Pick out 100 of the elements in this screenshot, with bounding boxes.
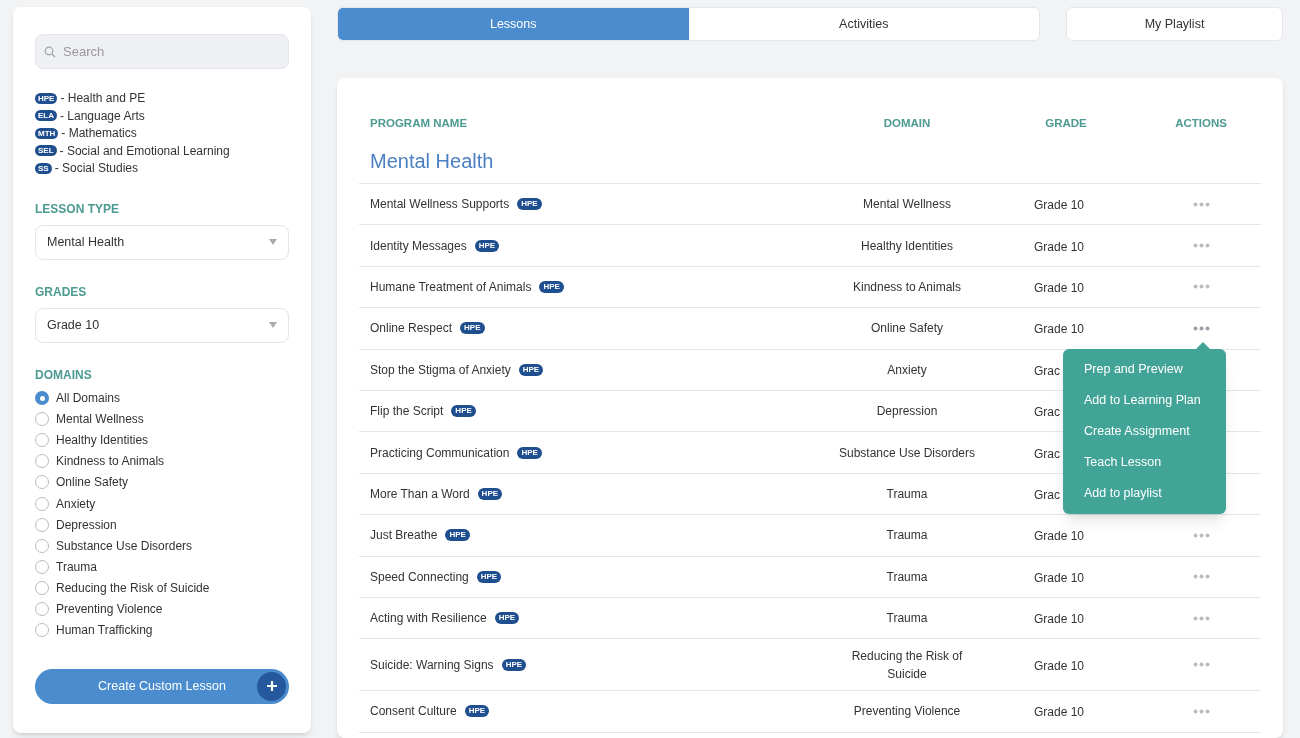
lesson-name: Identity Messages xyxy=(370,237,467,255)
dropdown-field[interactable]: Grade 10 xyxy=(35,307,289,343)
lesson-name: Online Respect xyxy=(370,320,453,338)
dropdown-field[interactable]: Mental Health xyxy=(35,224,289,260)
lesson-name: Mental Wellness Supports xyxy=(370,196,510,214)
lesson-name: Humane Treatment of Animals xyxy=(370,278,532,296)
more-icon[interactable] xyxy=(1192,325,1210,331)
table-cell: Grade 10 xyxy=(1034,612,1085,627)
table-cell-text: Healthy Identities xyxy=(859,237,955,255)
section-label: DOMAINS xyxy=(35,366,92,384)
radio-option[interactable]: Anxiety xyxy=(35,492,289,515)
legend-label: - Social Studies xyxy=(54,160,139,178)
radio-button[interactable] xyxy=(35,391,49,406)
table-cell: Grac xyxy=(1034,446,1060,461)
radio-button[interactable] xyxy=(35,454,49,469)
table-cell: Grade 10 xyxy=(1034,570,1085,585)
subject-tag: SS xyxy=(35,162,52,174)
table-cell-text: Online Safety xyxy=(869,320,944,338)
tab[interactable]: Lessons xyxy=(338,8,689,40)
lesson-name: Speed Connecting xyxy=(370,568,469,586)
table-cell-text: Substance Use Disorders xyxy=(837,444,977,462)
caret-icon xyxy=(269,322,277,328)
table-cell-text: Kindness to Animals xyxy=(851,278,963,296)
table-cell: Grade 10 xyxy=(1034,198,1085,213)
radio-button[interactable] xyxy=(35,623,49,638)
group-heading: Mental Health xyxy=(370,150,494,172)
more-icon[interactable] xyxy=(1192,201,1210,207)
radio-button[interactable] xyxy=(35,433,49,448)
plus-icon xyxy=(257,671,286,701)
column-header: DOMAIN xyxy=(883,117,931,129)
create-lesson-button[interactable]: Create Custom Lesson xyxy=(35,668,289,704)
lesson-name: Consent Culture xyxy=(370,703,457,721)
radio-button[interactable] xyxy=(35,580,49,595)
more-icon[interactable] xyxy=(1192,709,1210,714)
table-cell-text: Reducing the Risk of Suicide xyxy=(850,647,964,683)
radio-option[interactable]: Kindness to Animals xyxy=(35,450,289,472)
radio-option[interactable]: Human Trafficking xyxy=(35,619,289,641)
radio-button[interactable] xyxy=(35,412,49,427)
more-icon[interactable] xyxy=(1192,574,1210,580)
lesson-name: Stop the Stigma of Anxiety xyxy=(370,361,511,379)
table-cell: Grade 10 xyxy=(1034,658,1085,673)
table-cell-text: Trauma xyxy=(885,485,929,503)
legend-label: - Mathematics xyxy=(61,125,137,143)
radio-button[interactable] xyxy=(35,496,49,511)
subject-tag: HPE xyxy=(464,705,490,718)
search-field[interactable]: Search xyxy=(35,34,289,69)
radio-button[interactable] xyxy=(35,538,49,553)
subject-tag: SEL xyxy=(35,145,57,157)
subject-tag: HPE xyxy=(517,198,542,211)
subject-tag: HPE xyxy=(460,322,485,335)
more-icon[interactable] xyxy=(1192,532,1210,538)
table-cell: Grac xyxy=(1034,405,1060,420)
subject-tag: HPE xyxy=(35,92,58,104)
subject-tag: HPE xyxy=(451,405,476,418)
radio-button[interactable] xyxy=(35,475,49,490)
radio-button[interactable] xyxy=(35,559,49,574)
subject-tag: HPE xyxy=(494,612,520,625)
subject-tag: HPE xyxy=(445,529,470,542)
section-label: LESSON TYPE xyxy=(35,200,120,218)
section-label: GRADES xyxy=(35,283,87,301)
more-icon[interactable] xyxy=(1192,243,1210,249)
table-cell-text: Mental Wellness xyxy=(862,196,952,214)
radio-option[interactable]: Preventing Violence xyxy=(35,598,289,620)
subject-tag: HPE xyxy=(474,239,500,252)
table-cell: Grade 10 xyxy=(1034,239,1085,254)
caret-icon xyxy=(269,239,277,245)
column-header: PROGRAM NAME xyxy=(370,117,468,129)
playlist-button[interactable]: My Playlist xyxy=(1066,7,1283,41)
lesson-name: Acting with Resilience xyxy=(370,610,487,628)
more-icon[interactable] xyxy=(1192,284,1210,290)
radio-option[interactable]: Healthy Identities xyxy=(35,429,289,451)
radio-button[interactable] xyxy=(35,517,49,532)
radio-button[interactable] xyxy=(35,602,49,616)
table-cell-text: Trauma xyxy=(885,527,929,545)
radio-option[interactable]: Substance Use Disorders xyxy=(35,535,289,557)
table-cell-text: Depression xyxy=(875,403,939,421)
subject-tag: HPE xyxy=(518,363,544,376)
column-header: GRADE xyxy=(1045,117,1087,129)
subject-tag: HPE xyxy=(517,446,542,459)
table-cell: Grac xyxy=(1034,487,1060,502)
table-cell-text: Trauma xyxy=(885,568,929,586)
subject-tag: HPE xyxy=(501,658,527,671)
radio-option[interactable]: Online Safety xyxy=(35,471,289,493)
subject-tag: HPE xyxy=(476,570,502,583)
radio-option[interactable]: Depression xyxy=(35,514,289,536)
radio-option[interactable]: Reducing the Risk of Suicide xyxy=(35,577,289,599)
table-cell-text: Preventing Violence xyxy=(852,703,962,721)
more-icon[interactable] xyxy=(1192,662,1210,668)
table-cell: Grac xyxy=(1034,363,1060,378)
table-cell: Grade 10 xyxy=(1034,280,1085,295)
lesson-name: More Than a Word xyxy=(370,485,470,503)
more-icon[interactable] xyxy=(1192,615,1210,621)
radio-option[interactable]: All Domains xyxy=(35,387,289,409)
radio-option[interactable]: Trauma xyxy=(35,556,289,578)
lesson-name: Practicing Communication xyxy=(370,444,510,462)
column-header: ACTIONS xyxy=(1175,117,1227,129)
legend-label: - Language Arts xyxy=(60,107,145,125)
subject-tag: HPE xyxy=(477,487,503,500)
radio-option[interactable]: Mental Wellness xyxy=(35,408,289,430)
search-icon xyxy=(44,46,56,58)
